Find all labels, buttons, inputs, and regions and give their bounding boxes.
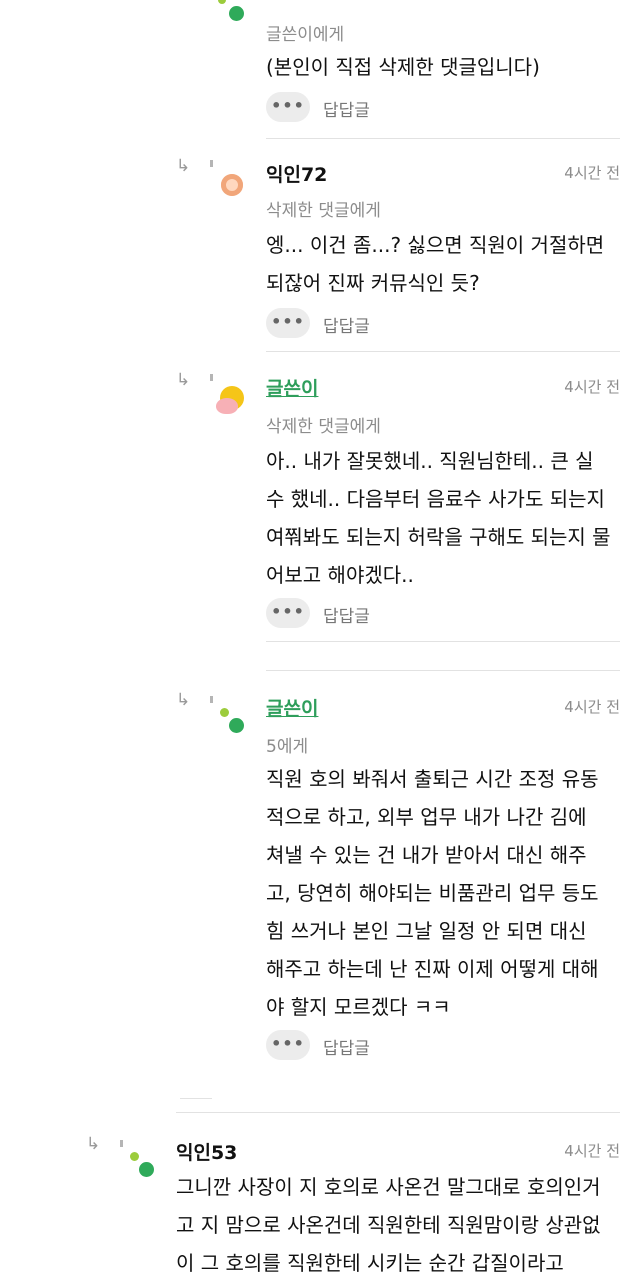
reply-button[interactable]: 답답글 [323, 1034, 370, 1059]
reply-arrow-icon: ↳ [176, 690, 191, 710]
comment-text: (본인이 직접 삭제한 댓글입니다) [266, 55, 540, 79]
reply-arrow-icon: ↳ [176, 156, 191, 176]
divider [180, 1098, 212, 1099]
author-name[interactable]: 익인72 [266, 160, 327, 187]
author-name[interactable]: 익인53 [176, 1138, 237, 1165]
reply-comment: ↳ 익인72 4시간 전 삭제한 댓글에게 엥... 이건 좀...? 싫으면 … [0, 140, 640, 354]
more-options-button[interactable]: ••• [266, 1030, 310, 1060]
more-options-button[interactable]: ••• [266, 598, 310, 628]
author-name-op[interactable]: 글쓴이 [266, 694, 318, 721]
divider [176, 1112, 620, 1113]
reply-button[interactable]: 답답글 [323, 96, 370, 121]
reply-comment: 글쓴이에게 (본인이 직접 삭제한 댓글입니다) ••• 답답글 [0, 0, 640, 140]
avatar[interactable] [139, 1162, 154, 1177]
more-options-button[interactable]: ••• [266, 92, 310, 122]
avatar[interactable] [229, 6, 244, 21]
timestamp: 4시간 전 [564, 698, 620, 716]
comment-text: 아.. 내가 잘못했네.. 직원님한테.. 큰 실 수 했네.. 다음부터 음료… [266, 449, 611, 587]
reply-arrow-icon: ↳ [176, 370, 191, 390]
avatar[interactable] [220, 708, 229, 717]
comment-text: 직원 호의 봐줘서 출퇴근 시간 조정 유동 적으로 하고, 외부 업무 내가 … [266, 767, 599, 1019]
avatar[interactable] [218, 0, 226, 4]
divider [266, 670, 620, 671]
indent-marker [210, 696, 213, 703]
comment-text: 엥... 이건 좀...? 싫으면 직원이 거절하면 되잖어 진짜 커뮤식인 듯… [266, 233, 605, 295]
reply-comment: ↳ 익인53 4시간 전 그니깐 사장이 지 호의로 사온건 말그대로 호의인거… [0, 1120, 640, 1280]
timestamp: 4시간 전 [564, 1142, 620, 1160]
reply-target: 글쓴이에게 [266, 25, 345, 45]
divider [266, 641, 620, 642]
more-options-button[interactable]: ••• [266, 308, 310, 338]
reply-button[interactable]: 답답글 [323, 602, 370, 627]
reply-target: 삭제한 댓글에게 [266, 201, 381, 221]
avatar[interactable] [229, 718, 244, 733]
comment-text: 그니깐 사장이 지 호의로 사온건 말그대로 호의인거 고 지 맘으로 사온건데… [176, 1175, 601, 1275]
author-name-op[interactable]: 글쓴이 [266, 374, 318, 401]
avatar[interactable] [216, 398, 238, 414]
reply-comment: ↳ 글쓴이 4시간 전 삭제한 댓글에게 아.. 내가 잘못했네.. 직원님한테… [0, 354, 640, 644]
reply-comment: ↳ 글쓴이 4시간 전 5에게 직원 호의 봐줘서 출퇴근 시간 조정 유동 적… [0, 674, 640, 1094]
reply-button[interactable]: 답답글 [323, 312, 370, 337]
reply-arrow-icon: ↳ [86, 1134, 101, 1154]
indent-marker [210, 374, 213, 381]
timestamp: 4시간 전 [564, 378, 620, 396]
indent-marker [210, 160, 213, 167]
divider [266, 351, 620, 352]
indent-marker [120, 1140, 123, 1147]
reply-target: 삭제한 댓글에게 [266, 417, 381, 437]
reply-target: 5에게 [266, 737, 309, 757]
timestamp: 4시간 전 [564, 164, 620, 182]
avatar[interactable] [130, 1152, 139, 1161]
divider [266, 138, 620, 139]
avatar[interactable] [221, 174, 243, 196]
